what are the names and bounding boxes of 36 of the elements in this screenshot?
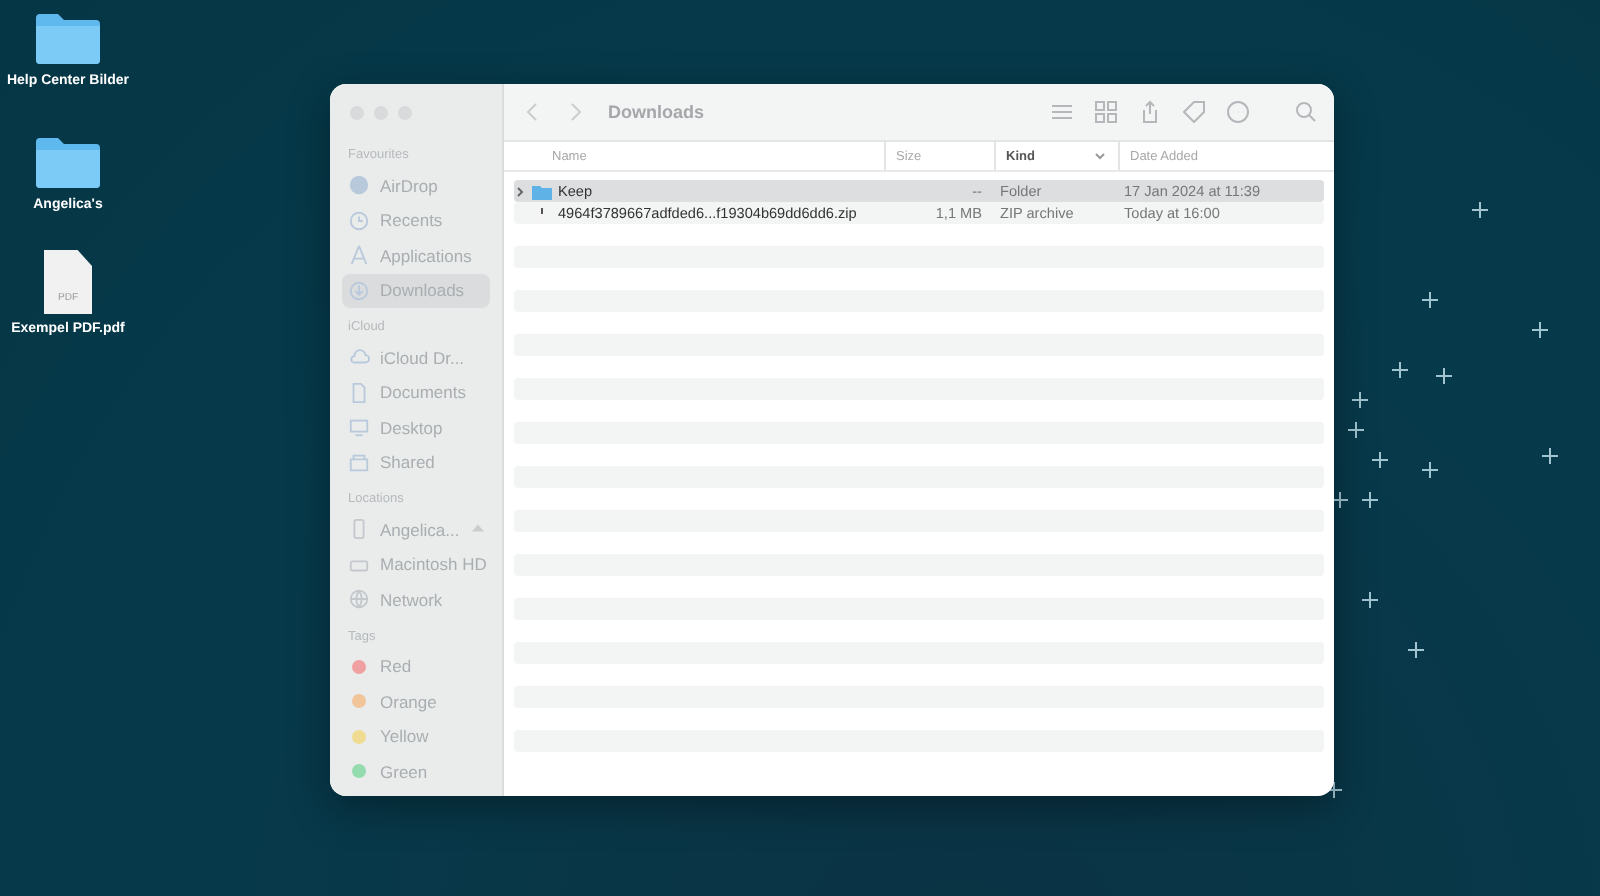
list-view-icon[interactable] xyxy=(1050,100,1074,124)
eject-icon[interactable] xyxy=(472,524,484,535)
sidebar-item[interactable]: Desktop xyxy=(342,410,490,445)
window-title: Downloads xyxy=(608,102,705,122)
sidebar-item[interactable]: AirDrop xyxy=(342,168,490,203)
phone-icon xyxy=(348,518,370,541)
clock-icon xyxy=(348,209,370,232)
search-icon[interactable] xyxy=(1294,100,1318,124)
airdrop-icon xyxy=(348,174,370,197)
sidebar-item[interactable]: Angelica... xyxy=(342,512,490,547)
grid-icon[interactable] xyxy=(1094,100,1118,124)
desktop-icon xyxy=(348,416,370,439)
sidebar-item[interactable]: Red xyxy=(342,649,490,684)
sidebar-item[interactable]: Green xyxy=(342,754,490,789)
apps-icon xyxy=(348,244,370,267)
sidebar-item[interactable]: Network xyxy=(342,582,490,617)
download-icon xyxy=(348,279,370,302)
sidebar-item[interactable]: Recents xyxy=(342,203,490,238)
more-icon[interactable] xyxy=(1226,100,1250,124)
globe-icon xyxy=(348,588,370,611)
sidebar-item[interactable]: Macintosh HD xyxy=(342,547,490,582)
folder-icon xyxy=(34,134,102,190)
doc-icon xyxy=(348,381,370,404)
sidebar-item[interactable]: Shared xyxy=(342,445,490,480)
sidebar-item[interactable]: Applications xyxy=(342,238,490,273)
chevron-icon xyxy=(1094,150,1106,162)
folder-icon xyxy=(34,10,102,66)
shared-icon xyxy=(348,451,370,474)
sidebar-item[interactable]: Documents xyxy=(342,375,490,410)
sidebar-item[interactable]: iCloud Dr... xyxy=(342,340,490,375)
cloud-icon xyxy=(348,346,370,369)
sidebar-item[interactable]: Yellow xyxy=(342,719,490,754)
tag-icon[interactable] xyxy=(1182,100,1206,124)
disclosure-icon[interactable] xyxy=(514,185,526,197)
share-icon[interactable] xyxy=(1138,100,1162,124)
sidebar-item[interactable]: Orange xyxy=(342,684,490,719)
